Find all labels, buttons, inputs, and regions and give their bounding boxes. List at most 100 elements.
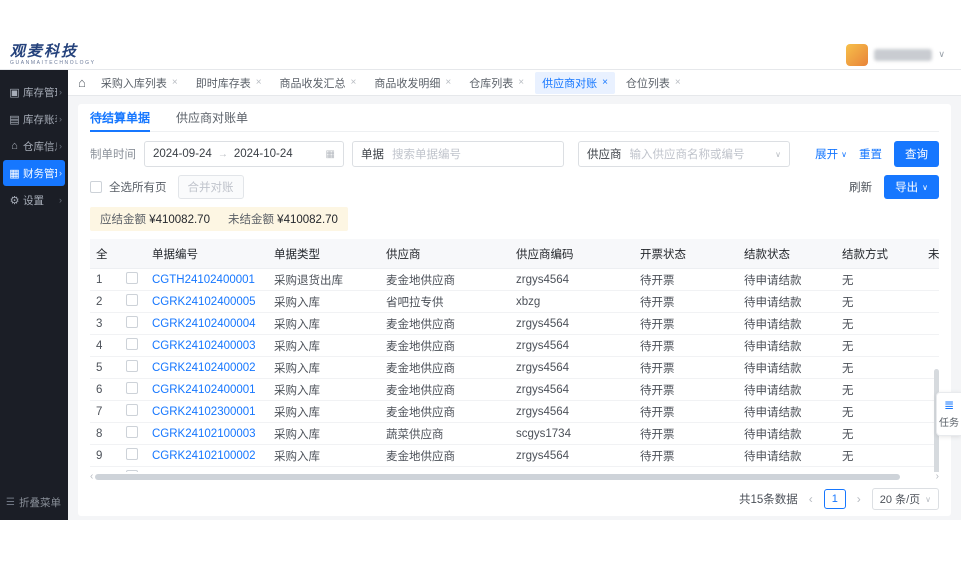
tab-1[interactable]: 采购入库列表× [94,72,185,94]
col-header-invoice-status: 开票状态 [634,246,738,262]
sidebar-item-2[interactable]: ▤库存账表› [3,106,65,132]
doc-no-cell: CGRK24102100001 [146,472,268,473]
prev-page-button[interactable]: ‹ [807,492,815,506]
tab-close-icon[interactable]: × [675,78,681,88]
row-checkbox[interactable] [126,426,138,438]
date-filter-label: 制单时间 [90,146,136,162]
row-checkbox[interactable] [126,404,138,416]
supplier-cell: 麦金地供应商 [380,470,510,473]
merge-reconcile-button[interactable]: 合并对账 [178,175,244,199]
doc-no-link[interactable]: CGRK24102100003 [152,428,256,440]
sidebar-item-5[interactable]: ⚙设置› [3,187,65,213]
col-header-supplier-code: 供应商编码 [510,246,634,262]
tab-7[interactable]: 仓位列表 × [619,72,688,94]
user-name-redacted [874,49,932,61]
unsettled-label: 未结金额 [228,214,274,226]
supplier-search-input[interactable]: 供应商 输入供应商名称或编号 ∨ [578,141,790,167]
doc-type-cell: 采购退货出库 [268,272,380,288]
supplier-search-placeholder: 输入供应商名称或编号 [630,146,745,162]
tab-5[interactable]: 仓库列表× [462,72,531,94]
row-checkbox-cell [120,470,146,472]
tab-close-icon[interactable]: × [518,78,524,88]
doc-no-link[interactable]: CGRK24102400002 [152,362,256,374]
select-all-checkbox[interactable] [90,181,102,193]
row-checkbox[interactable] [126,448,138,460]
chevron-down-icon: ∨ [841,150,847,159]
scroll-right-icon[interactable]: › [936,473,939,481]
subtab-2[interactable]: 供应商对账单 [176,104,248,131]
col-header-settle-method: 结款方式 [836,246,922,262]
sidebar-item-4[interactable]: ▦财务管理› [3,160,65,186]
settle-method-cell: 无 [836,448,922,464]
doc-type-cell: 采购入库 [268,404,380,420]
tab-3[interactable]: 商品收发汇总× [273,72,364,94]
supplier-cell: 麦金地供应商 [380,404,510,420]
task-panel-toggle[interactable]: ≣ 任务 [936,392,961,436]
settle-method-cell: 无 [836,470,922,473]
row-checkbox[interactable] [126,470,138,472]
invoice-status-cell: 待开票 [634,294,738,310]
row-checkbox[interactable] [126,294,138,306]
tab-close-icon[interactable]: × [602,78,608,88]
table-row: 9CGRK24102100002采购入库麦金地供应商zrgys4564待开票待申… [90,445,939,467]
scroll-left-icon[interactable]: ‹ [90,473,93,481]
expand-filters-button[interactable]: 展开 ∨ [815,146,847,162]
tab-bar: ⌂ 采购入库列表×即时库存表×商品收发汇总×商品收发明细×仓库列表×供应商对账×… [68,70,961,96]
doc-no-cell: CGRK24102400005 [146,296,268,308]
settle-method-cell: 无 [836,338,922,354]
doc-no-link[interactable]: CGRK24102400003 [152,340,256,352]
date-range-picker[interactable]: 2024-09-24 → 2024-10-24 ▦ [144,141,344,167]
sidebar-item-1[interactable]: ▣库存管理› [3,79,65,105]
doc-no-link[interactable]: CGRK24102400004 [152,318,256,330]
expand-label: 展开 [815,146,838,162]
tab-list: 采购入库列表×即时库存表×商品收发汇总×商品收发明细×仓库列表×供应商对账×仓位… [94,72,688,94]
sidebar-item-3[interactable]: ⌂仓库信息› [3,133,65,159]
tab-close-icon[interactable]: × [351,78,357,88]
warehouse-icon: ⌂ [8,140,21,152]
horizontal-scrollbar-thumb[interactable] [95,474,900,480]
doc-no-link[interactable]: CGTH24102400001 [152,274,255,286]
reset-button[interactable]: 重置 [859,146,882,162]
chevron-down-icon: ∨ [775,150,781,159]
doc-no-link[interactable]: CGRK24102400005 [152,296,256,308]
row-checkbox[interactable] [126,316,138,328]
vertical-scrollbar[interactable] [933,239,939,472]
row-checkbox[interactable] [126,272,138,284]
pagination: 共15条数据 ‹ 1 › 20 条/页 ∨ [90,483,939,516]
row-index: 7 [90,406,120,418]
tab-close-icon[interactable]: × [445,78,451,88]
refresh-button[interactable]: 刷新 [849,179,872,195]
table-inner: 全 单据编号 单据类型 供应商 供应商编码 开票状态 结款状态 结款方式 未结 [90,239,939,472]
tab-2[interactable]: 即时库存表× [189,72,269,94]
tab-6[interactable]: 供应商对账× [535,72,615,94]
row-checkbox[interactable] [126,338,138,350]
action-bar-right: 刷新 导出 ∨ [849,175,939,199]
tab-close-icon[interactable]: × [172,78,178,88]
row-index: 5 [90,362,120,374]
user-menu[interactable]: ∨ [846,44,945,66]
row-checkbox[interactable] [126,382,138,394]
row-checkbox-cell [120,294,146,309]
next-page-button[interactable]: › [855,492,863,506]
tab-4[interactable]: 商品收发明细× [367,72,458,94]
chevron-right-icon: › [59,168,62,178]
subtab-1[interactable]: 待结算单据 [90,104,150,131]
collapse-menu-button[interactable]: ☰ 折叠菜单 [0,485,68,520]
horizontal-scrollbar[interactable]: ‹ › [90,473,939,481]
doc-search-input[interactable]: 单据 搜索单据编号 [352,141,564,167]
doc-no-link[interactable]: CGRK24102400001 [152,384,256,396]
page-size-select[interactable]: 20 条/页 ∨ [872,488,939,510]
row-checkbox-cell [120,404,146,419]
export-button[interactable]: 导出 ∨ [884,175,939,199]
home-icon[interactable]: ⌂ [78,75,86,90]
row-checkbox-cell [120,316,146,331]
tab-close-icon[interactable]: × [256,78,262,88]
doc-no-cell: CGRK24102100003 [146,428,268,440]
doc-no-link[interactable]: CGRK24102100002 [152,450,256,462]
search-button[interactable]: 查询 [894,141,939,167]
doc-no-link[interactable]: CGRK24102100001 [152,472,256,473]
page-number[interactable]: 1 [824,489,846,509]
tab-label: 仓位列表 [626,75,670,91]
doc-no-link[interactable]: CGRK24102300001 [152,406,256,418]
row-checkbox[interactable] [126,360,138,372]
